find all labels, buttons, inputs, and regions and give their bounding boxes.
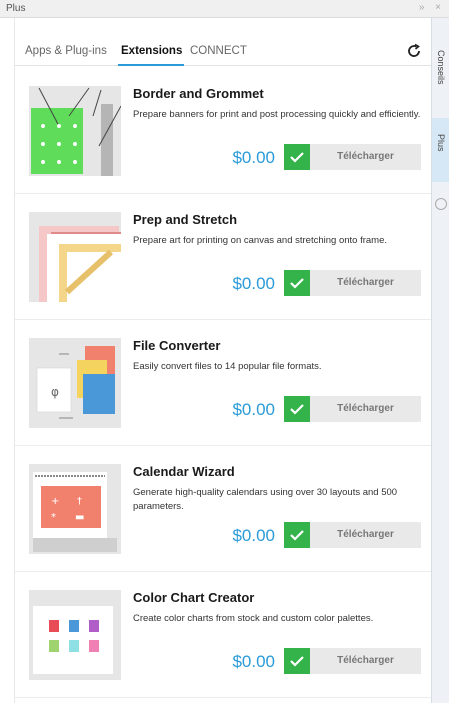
- download-button-label: Télécharger: [337, 655, 394, 666]
- download-button[interactable]: Télécharger: [284, 144, 421, 170]
- tab-apps-plugins[interactable]: Apps & Plug-ins: [25, 45, 107, 57]
- add-icon[interactable]: [435, 198, 447, 210]
- check-icon: [284, 396, 310, 422]
- check-icon: [284, 270, 310, 296]
- extension-item: Border and Grommet Prepare banners for p…: [15, 68, 432, 194]
- item-price: $0.00: [232, 148, 275, 167]
- extension-item: + † * ▬ Calendar Wizard Generate high-qu…: [15, 446, 432, 572]
- item-description: Prepare art for printing on canvas and s…: [133, 235, 387, 246]
- border-grommet-thumbnail: [29, 86, 121, 176]
- tab-connect[interactable]: CONNECT: [190, 45, 247, 57]
- window-title: Plus: [6, 3, 26, 14]
- item-price: $0.00: [232, 274, 275, 293]
- extension-item: Color Chart Creator Create color charts …: [15, 572, 432, 698]
- extension-item: φ File Converter Easily convert files to…: [15, 320, 432, 446]
- prep-stretch-thumbnail: [29, 212, 121, 302]
- item-description: Prepare banners for print and post proce…: [133, 109, 421, 120]
- calendar-wizard-thumbnail: + † * ▬: [29, 464, 121, 554]
- download-button-label: Télécharger: [337, 277, 394, 288]
- item-title: Color Chart Creator: [133, 590, 255, 605]
- item-description: Create color charts from stock and custo…: [133, 613, 374, 624]
- docker-sidebar: Conseils Plus: [431, 18, 449, 703]
- color-chart-thumbnail: [29, 590, 121, 680]
- active-tab-indicator: [118, 64, 184, 66]
- download-button[interactable]: Télécharger: [284, 522, 421, 548]
- item-price: $0.00: [232, 652, 275, 671]
- download-button-label: Télécharger: [337, 151, 394, 162]
- check-icon: [284, 144, 310, 170]
- download-button-label: Télécharger: [337, 529, 394, 540]
- item-title: Calendar Wizard: [133, 464, 235, 479]
- check-icon: [284, 522, 310, 548]
- item-price: $0.00: [232, 400, 275, 419]
- item-description: Easily convert files to 14 popular file …: [133, 361, 322, 372]
- svg-text:φ: φ: [51, 385, 59, 399]
- download-button[interactable]: Télécharger: [284, 396, 421, 422]
- panel-titlebar: Plus » ×: [0, 0, 449, 18]
- download-button[interactable]: Télécharger: [284, 648, 421, 674]
- svg-text:+: +: [51, 496, 59, 507]
- svg-text:†: †: [77, 496, 82, 507]
- tab-extensions[interactable]: Extensions: [121, 45, 182, 57]
- refresh-icon[interactable]: [404, 41, 424, 61]
- plus-panel: Apps & Plug-ins Extensions CONNECT Borde…: [14, 18, 432, 703]
- item-title: Border and Grommet: [133, 86, 264, 101]
- sidebar-tab-conseils[interactable]: Conseils: [432, 36, 449, 118]
- extension-item: Prep and Stretch Prepare art for printin…: [15, 194, 432, 320]
- svg-text:*: *: [51, 512, 56, 523]
- download-button[interactable]: Télécharger: [284, 270, 421, 296]
- file-converter-thumbnail: φ: [29, 338, 121, 428]
- item-title: Prep and Stretch: [133, 212, 238, 227]
- item-title: File Converter: [133, 338, 221, 353]
- item-price: $0.00: [232, 526, 275, 545]
- sidebar-tab-label: Plus: [436, 134, 446, 152]
- svg-text:▬: ▬: [75, 512, 84, 523]
- check-icon: [284, 648, 310, 674]
- download-button-label: Télécharger: [337, 403, 394, 414]
- titlebar-controls[interactable]: » ×: [419, 2, 445, 13]
- tab-bar: Apps & Plug-ins Extensions CONNECT: [15, 38, 432, 66]
- item-description: Generate high-quality calendars using ov…: [133, 487, 398, 512]
- sidebar-tab-label: Conseils: [436, 50, 446, 85]
- sidebar-tab-plus[interactable]: Plus: [432, 118, 449, 182]
